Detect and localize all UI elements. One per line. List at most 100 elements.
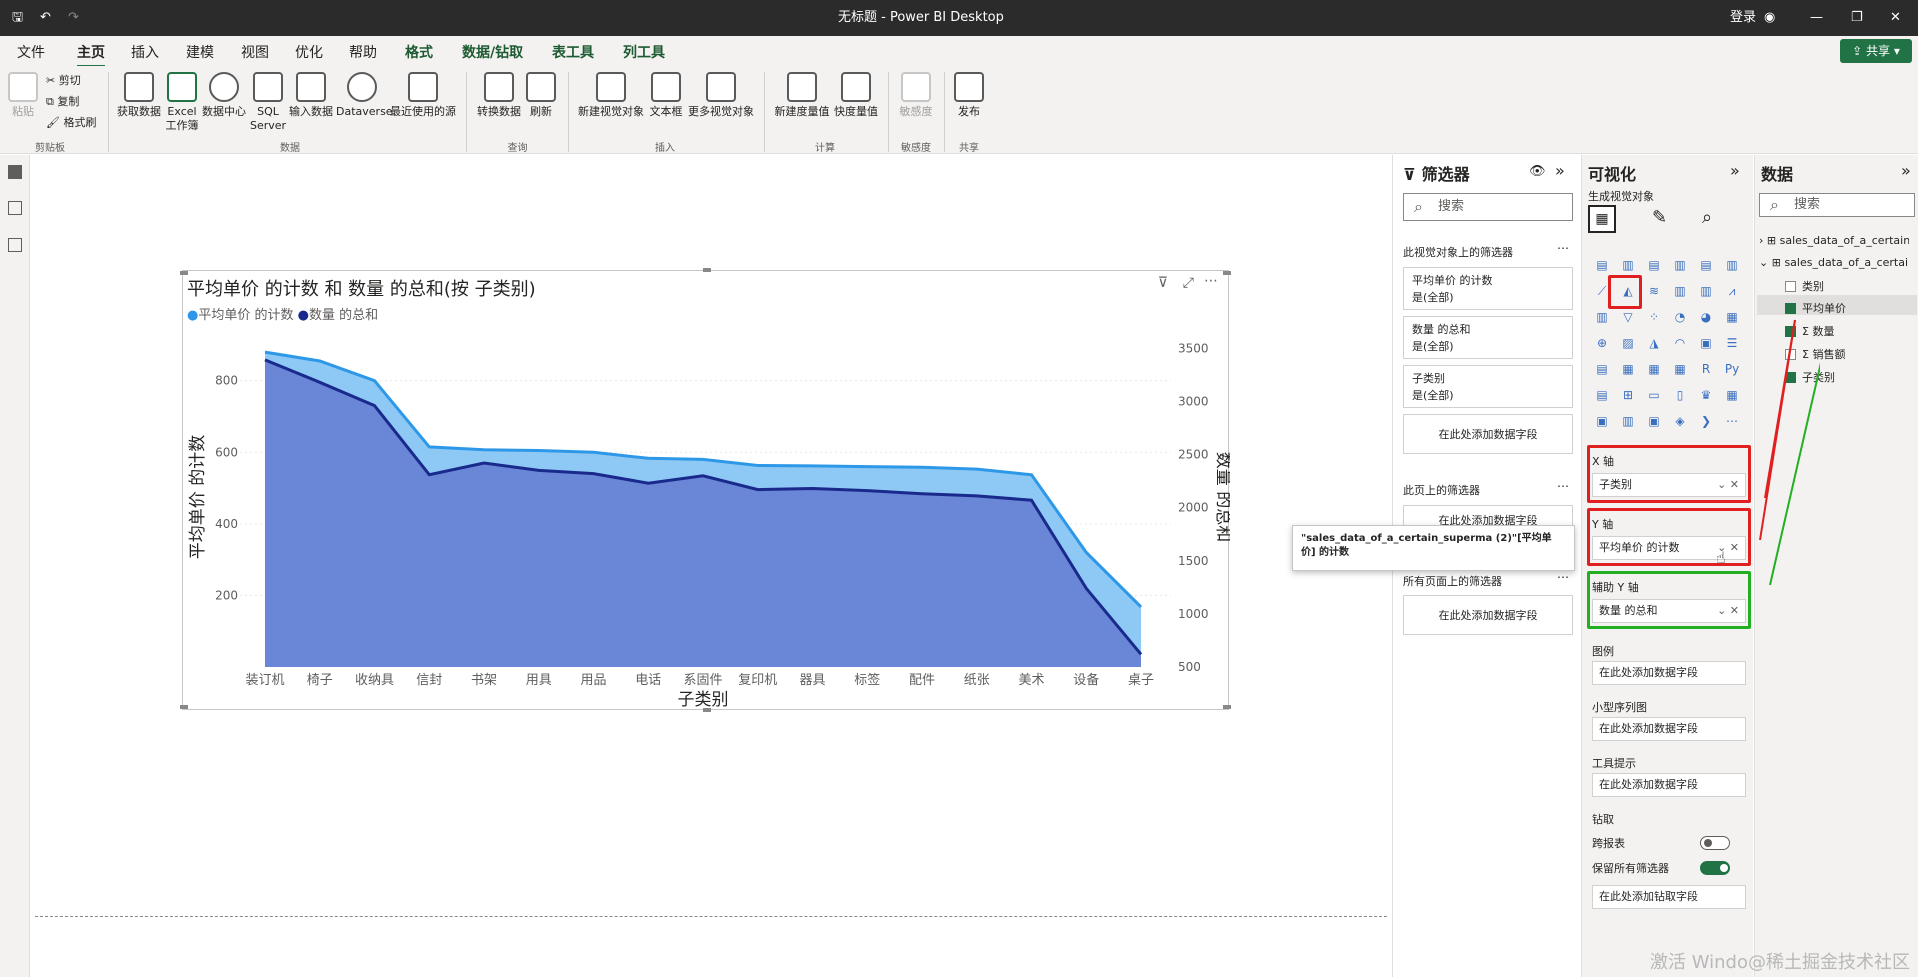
table-name: sales_data_of_a_certain... [1779,234,1909,247]
account-icon[interactable]: ◉ [1764,0,1775,36]
group-insert: 插入 [655,143,675,154]
more-visuals-icon [706,72,736,102]
dataverse-button[interactable]: Dataverse [336,72,393,119]
visual-type-icon[interactable]: ▤ [1592,255,1612,275]
analytics-icon[interactable]: ⌕ [1702,207,1712,228]
minimize-icon[interactable]: — [1810,0,1823,36]
excel-label: Excel 工作簿 [165,105,199,132]
refresh-button[interactable]: 刷新 [526,72,556,119]
data-search-input[interactable]: 搜索 [1759,193,1915,217]
build-visual-icon[interactable]: ▦ [1588,205,1616,233]
tab-insert[interactable]: 插入 [131,42,159,62]
transform-data-button[interactable]: 转换数据 [474,72,524,119]
calculator-icon [787,72,817,102]
cut-label: 剪切 [58,74,81,87]
small-multiples-label: 小型序列图 [1592,701,1647,714]
eye-icon[interactable]: 👁 [1529,164,1546,179]
table-item[interactable]: ⌄ ⊞ sales_data_of_a_certain... [1759,256,1909,269]
tab-data-drill[interactable]: 数据/钻取 [462,42,523,62]
filter-add-field-all[interactable]: 在此处添加数据字段 [1403,595,1573,635]
tab-help[interactable]: 帮助 [349,42,377,62]
table-icon [296,72,326,102]
visual-type-icon[interactable]: ▥ [1670,255,1690,275]
cursor-hand-icon: ☝ [1716,548,1726,567]
keep-filters-toggle[interactable] [1700,861,1730,875]
cross-report-toggle[interactable] [1700,836,1730,850]
viz-pane-title: 可视化 [1588,165,1637,184]
model-view-icon[interactable] [8,238,22,252]
new-visual-button[interactable]: 新建视觉对象 [576,72,646,119]
data-pane-title: 数据 [1761,165,1794,184]
collapse-icon[interactable]: » [1730,161,1740,180]
close-icon[interactable]: ✕ [1890,0,1901,36]
get-data-button[interactable]: 获取数据 [114,72,164,119]
legend-add-field[interactable]: 在此处添加数据字段 [1592,661,1746,685]
sql-server-button[interactable]: SQL Server [250,72,286,133]
report-view-icon[interactable] [8,165,22,179]
collapse-icon[interactable]: » [1901,161,1911,180]
cut-button[interactable]: ✂ 剪切 [46,72,81,88]
area-chart-visual[interactable]: 平均单价 的计数 和 数量 的总和(按 子类别) ●平均单价 的计数 ●数量 的… [180,268,1231,712]
tab-optimize[interactable]: 优化 [295,42,323,62]
share-button[interactable]: ⇪ 共享 ▾ [1840,39,1912,63]
filter-search-input[interactable]: 搜索 [1403,193,1573,221]
format-visual-icon[interactable]: ✎ [1652,207,1667,228]
filter-card-avg-price-count[interactable]: 平均单价 的计数 是(全部) [1403,267,1573,310]
filter-card-quantity-sum[interactable]: 数量 的总和 是(全部) [1403,316,1573,359]
save-icon[interactable]: 🖫 [12,0,23,36]
copy-button[interactable]: ⧉ 复制 [46,93,79,109]
undo-icon[interactable]: ↶ [40,0,51,36]
tab-modeling[interactable]: 建模 [186,42,214,62]
filter-add-field-visual[interactable]: 在此处添加数据字段 [1403,414,1573,454]
paste-button[interactable]: 粘贴 [6,72,40,119]
quick-measure-button[interactable]: 快度量值 [832,72,880,119]
visual-type-icon[interactable]: ▥ [1670,281,1690,301]
redo-icon[interactable]: ↷ [68,0,79,36]
x-tick-label: 标签 [854,672,880,688]
restore-icon[interactable]: ❐ [1851,0,1863,36]
tooltips-add-field[interactable]: 在此处添加数据字段 [1592,773,1746,797]
enter-data-button[interactable]: 输入数据 [288,72,334,119]
tab-home[interactable]: 主页 [77,42,105,68]
login-link[interactable]: 登录 [1730,0,1756,36]
data-hub-button[interactable]: 数据中心 [200,72,248,119]
small-multiples-add-field[interactable]: 在此处添加数据字段 [1592,717,1746,741]
visual-type-icon[interactable]: ▥ [1696,281,1716,301]
visual-type-icon[interactable]: ▥ [1618,255,1638,275]
more-visuals-button[interactable]: 更多视觉对象 [686,72,756,119]
format-painter-button[interactable]: 🖌 格式刷 [46,114,96,130]
sensitivity-button[interactable]: 敏感度 [896,72,936,119]
tab-column-tools[interactable]: 列工具 [623,42,665,62]
table-view-icon[interactable] [8,201,22,215]
excel-button[interactable]: Excel 工作簿 [162,72,202,133]
drill-add-field[interactable]: 在此处添加钻取字段 [1592,885,1746,909]
filter-card-name: 平均单价 的计数 [1412,274,1493,287]
recent-sources-button[interactable]: 最近使用的源 [388,72,458,119]
filters-on-visual-heading: 此视觉对象上的筛选器 [1403,246,1513,259]
visual-type-icon[interactable]: ▤ [1696,255,1716,275]
filter-card-state: 是(全部) [1412,291,1454,304]
tab-view[interactable]: 视图 [241,42,269,62]
visual-type-icon[interactable]: ▥ [1722,255,1742,275]
x-tick-label: 椅子 [307,673,333,688]
ribbon-separator [568,72,569,152]
visual-type-icon[interactable]: ⩘ [1722,281,1742,301]
tab-format[interactable]: 格式 [405,42,433,62]
textbox-button[interactable]: 文本框 [646,72,686,119]
new-measure-button[interactable]: 新建度量值 [770,72,834,119]
table-item[interactable]: › ⊞ sales_data_of_a_certain... [1759,234,1909,247]
checkbox[interactable] [1785,281,1796,292]
y2-tick-label: 1000 [1178,607,1209,621]
tab-file[interactable]: 文件 [17,42,45,62]
format-painter-label: 格式刷 [63,116,97,129]
field-item-category[interactable]: 类别 [1785,278,1918,294]
copy-label: 复制 [57,95,80,108]
visual-type-icon[interactable]: ≋ [1644,281,1664,301]
tab-table-tools[interactable]: 表工具 [552,42,594,62]
ribbon-tabs: 文件 主页 插入 建模 视图 优化 帮助 格式 数据/钻取 表工具 列工具 ⇪ … [0,36,1918,68]
more-icon[interactable]: ⋯ [1557,241,1569,255]
filter-card-subcategory[interactable]: 子类别 是(全部) [1403,365,1573,408]
publish-button[interactable]: 发布 [952,72,986,119]
visual-type-icon[interactable]: ▤ [1644,255,1664,275]
collapse-icon[interactable]: » [1555,161,1565,180]
